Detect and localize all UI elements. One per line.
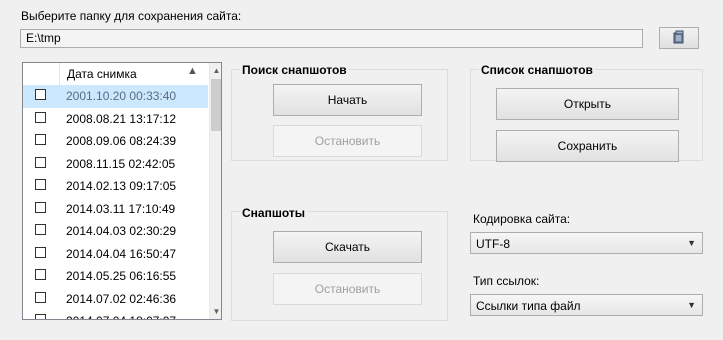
snapshot-date: 2014.05.25 06:16:55 xyxy=(66,269,177,283)
start-search-button[interactable]: Начать xyxy=(273,84,422,116)
row-checkbox[interactable] xyxy=(35,134,46,145)
scroll-up-arrow-icon[interactable]: ▲ xyxy=(210,63,221,78)
snapshots-group-title: Снапшоты xyxy=(240,206,307,220)
sort-up-icon: ▲ xyxy=(187,65,198,77)
row-checkbox[interactable] xyxy=(35,156,46,168)
snapshot-date: 2014.07.04 18:07:07 xyxy=(66,314,176,319)
list-item[interactable]: 2014.05.25 06:16:55 xyxy=(23,265,208,288)
snapshot-date: 2014.03.11 17:10:49 xyxy=(66,201,176,216)
stop-search-button[interactable]: Остановить xyxy=(273,125,422,157)
snapshot-date: 2001.10.20 00:33:40 xyxy=(66,89,177,103)
snapshot-date: 2014.04.03 02:30:29 xyxy=(66,224,177,238)
link-type-select[interactable]: Ссылки типа файл ▼ xyxy=(470,294,703,316)
list-item[interactable]: 2014.04.03 02:30:29 xyxy=(23,220,208,243)
date-column-header[interactable]: Дата снимка xyxy=(67,67,137,81)
list-item[interactable]: 2001.10.20 00:33:40 xyxy=(23,85,208,108)
list-item[interactable]: 2014.07.04 18:07:07 xyxy=(23,310,208,319)
list-item[interactable]: 2014.04.04 16:50:47 xyxy=(23,243,208,266)
chevron-down-icon: ▼ xyxy=(687,238,696,248)
list-item[interactable]: 2014.02.13 09:17:05 xyxy=(23,175,208,198)
search-group-title: Поиск снапшотов xyxy=(240,63,349,77)
snapshot-date: 2014.04.04 16:50:47 xyxy=(66,246,177,261)
list-item[interactable]: 2014.07.02 02:46:36 xyxy=(23,288,208,311)
snapshot-date: 2008.08.21 13:17:12 xyxy=(66,111,177,126)
scroll-thumb[interactable] xyxy=(211,79,221,131)
chevron-down-icon: ▼ xyxy=(687,300,696,310)
browse-folder-button[interactable] xyxy=(659,27,699,49)
row-checkbox[interactable] xyxy=(35,269,46,280)
snapshot-date: 2008.11.15 02:42:05 xyxy=(66,156,176,171)
save-list-button[interactable]: Сохранить xyxy=(496,130,679,162)
snapshot-date: 2014.07.02 02:46:36 xyxy=(66,291,177,306)
snapshot-date: 2014.02.13 09:17:05 xyxy=(66,179,177,193)
checkbox-column-header xyxy=(23,63,60,85)
list-header[interactable]: Дата снимка ▲ xyxy=(23,63,208,86)
list-item[interactable]: 2008.09.06 08:24:39 xyxy=(23,130,208,153)
list-item[interactable]: 2008.08.21 13:17:12 xyxy=(23,108,208,131)
folder-label: Выберите папку для сохранения сайта: xyxy=(21,9,242,23)
link-type-value: Ссылки типа файл xyxy=(476,299,581,313)
row-checkbox[interactable] xyxy=(35,89,46,100)
snapshot-rows: 2001.10.20 00:33:40 2008.08.21 13:17:12 20… xyxy=(23,85,208,319)
row-checkbox[interactable] xyxy=(35,314,46,319)
row-checkbox[interactable] xyxy=(35,179,46,190)
link-type-label: Тип ссылок: xyxy=(473,274,540,288)
open-list-button[interactable]: Открыть xyxy=(496,88,679,120)
row-checkbox[interactable] xyxy=(35,224,46,235)
row-checkbox[interactable] xyxy=(35,291,46,303)
list-item[interactable]: 2014.03.11 17:10:49 xyxy=(23,198,208,221)
download-button[interactable]: Скачать xyxy=(273,231,422,263)
list-group-title: Список снапшотов xyxy=(479,63,595,77)
stop-download-button[interactable]: Остановить xyxy=(273,273,422,305)
folder-path-input[interactable]: E:\tmp xyxy=(20,29,643,48)
list-item[interactable]: 2008.11.15 02:42:05 xyxy=(23,153,208,176)
folder-browse-icon xyxy=(671,29,687,48)
encoding-value: UTF-8 xyxy=(476,237,510,251)
encoding-select[interactable]: UTF-8 ▼ xyxy=(470,232,703,254)
list-scrollbar[interactable]: ▲ ▼ xyxy=(209,63,221,319)
row-checkbox[interactable] xyxy=(35,111,46,123)
row-checkbox[interactable] xyxy=(35,201,46,213)
snapshot-list[interactable]: Дата снимка ▲ 2001.10.20 00:33:40 2008.08… xyxy=(22,62,222,320)
encoding-label: Кодировка сайта: xyxy=(473,212,571,226)
row-checkbox[interactable] xyxy=(35,246,46,258)
scroll-down-arrow-icon[interactable]: ▼ xyxy=(210,304,221,319)
snapshot-date: 2008.09.06 08:24:39 xyxy=(66,134,177,148)
